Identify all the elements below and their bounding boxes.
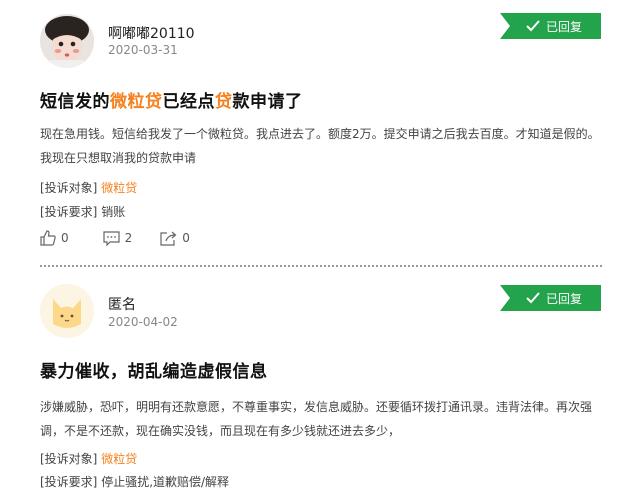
- share-count: 0: [182, 231, 190, 245]
- post-date: 2020-04-02: [108, 315, 178, 329]
- user-name[interactable]: 啊嘟嘟20110: [108, 23, 195, 43]
- complaint-request-row: [投诉要求] 销账: [40, 203, 125, 220]
- title-part: 短信发的: [40, 92, 110, 112]
- share-button[interactable]: 0: [160, 231, 190, 246]
- complaint-target-row: [投诉对象] 微粒贷: [40, 179, 137, 196]
- post-date: 2020-03-31: [108, 43, 178, 57]
- replied-badge: 已回复: [500, 13, 601, 39]
- thumbs-up-icon: [40, 230, 56, 246]
- request-label: [投诉要求]: [40, 205, 98, 219]
- target-label: [投诉对象]: [40, 181, 98, 195]
- post-title[interactable]: 暴力催收，胡乱编造虚假信息: [40, 357, 268, 382]
- divider: [40, 265, 602, 267]
- post-content: 涉嫌威胁，恐吓，明明有还款意愿，不尊重事实，发信息威胁。还要循环拨打通讯录。违背…: [40, 400, 593, 438]
- comment-icon: [103, 230, 120, 246]
- request-label: [投诉要求]: [40, 475, 98, 489]
- target-label: [投诉对象]: [40, 452, 98, 466]
- request-value: 销账: [101, 205, 126, 219]
- like-button[interactable]: 0: [40, 230, 69, 246]
- comment-button[interactable]: 2: [103, 230, 133, 246]
- post-content: 现在急用钱。短信给我发了一个微粒贷。我点进去了。额度2万。提交申请之后我去百度。…: [40, 127, 600, 165]
- title-highlight: 微粒贷: [110, 92, 163, 112]
- title-part: 款申请了: [232, 92, 303, 112]
- action-bar: 0 2 0: [40, 230, 206, 246]
- title-part: 已经点: [162, 92, 215, 112]
- title-highlight: 贷: [215, 92, 233, 112]
- complaint-request-row: [投诉要求] 停止骚扰,道歉赔偿/解释: [40, 473, 229, 490]
- replied-badge: 已回复: [500, 285, 601, 311]
- check-icon: [526, 292, 540, 304]
- target-value[interactable]: 微粒贷: [101, 181, 137, 195]
- user-avatar[interactable]: [40, 284, 94, 338]
- user-name[interactable]: 匿名: [108, 294, 136, 314]
- share-icon: [160, 231, 177, 246]
- check-icon: [526, 20, 540, 32]
- comment-count: 2: [124, 231, 133, 245]
- badge-label: 已回复: [546, 291, 583, 306]
- user-avatar[interactable]: [40, 14, 94, 68]
- target-value[interactable]: 微粒贷: [101, 452, 137, 466]
- post-title[interactable]: 短信发的微粒贷已经点贷款申请了: [40, 87, 303, 112]
- like-count: 0: [61, 231, 69, 245]
- request-value: 停止骚扰,道歉赔偿/解释: [101, 475, 230, 489]
- badge-label: 已回复: [546, 19, 583, 34]
- complaint-target-row: [投诉对象] 微粒贷: [40, 450, 137, 467]
